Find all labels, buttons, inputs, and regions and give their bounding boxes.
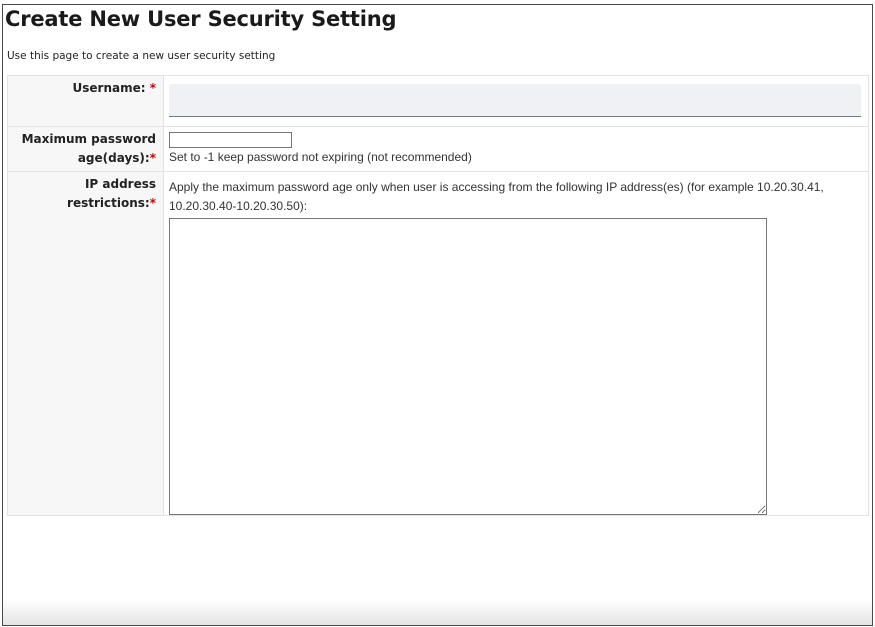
page-title: Create New User Security Setting — [5, 7, 397, 31]
username-label-cell: Username: * — [7, 75, 164, 127]
max-password-age-input[interactable] — [169, 132, 292, 148]
page-frame: Create New User Security Setting Use thi… — [2, 4, 873, 626]
max-password-age-field-cell: Set to -1 keep password not expiring (no… — [163, 126, 869, 172]
ip-restrictions-label-cell: IP address restrictions:* — [7, 171, 164, 516]
page-description: Use this page to create a new user secur… — [7, 50, 276, 62]
max-password-age-label-cell: Maximum password age(days):* — [7, 126, 164, 172]
form-row-ip-restrictions: IP address restrictions:* Apply the maxi… — [7, 171, 869, 516]
footer-bar — [3, 599, 872, 625]
ip-restrictions-field-cell: Apply the maximum password age only when… — [163, 171, 869, 516]
username-label: Username: — [72, 81, 146, 95]
required-marker: * — [149, 151, 156, 165]
ip-restrictions-textarea[interactable] — [169, 218, 767, 515]
ip-restrictions-label: IP address restrictions: — [67, 177, 156, 210]
form-row-username: Username: * — [7, 75, 869, 127]
username-field-cell — [163, 75, 869, 127]
form-row-max-password-age: Maximum password age(days):* Set to -1 k… — [7, 126, 869, 172]
user-security-form: Username: * Maximum password age(days):*… — [7, 75, 869, 516]
username-input[interactable] — [169, 84, 861, 117]
ip-restrictions-hint: Apply the maximum password age only when… — [169, 180, 824, 213]
max-password-age-hint: Set to -1 keep password not expiring (no… — [169, 150, 472, 164]
required-marker: * — [149, 196, 156, 210]
max-password-age-label: Maximum password age(days): — [21, 132, 156, 165]
required-marker: * — [149, 81, 156, 95]
